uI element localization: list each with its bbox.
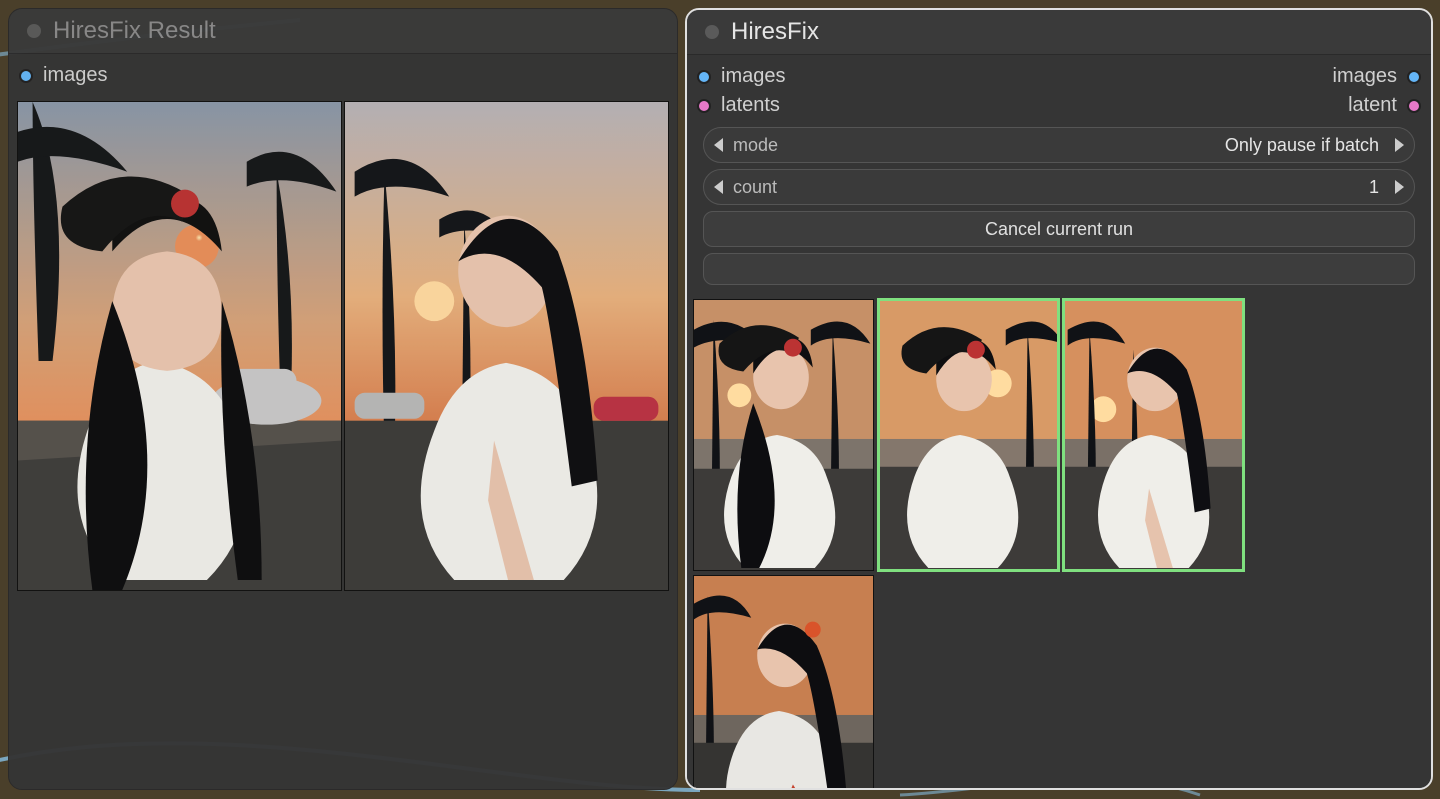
port-label: latent xyxy=(1348,94,1397,117)
widget-mode[interactable]: mode Only pause if batch xyxy=(703,127,1415,163)
chevron-left-icon[interactable] xyxy=(714,180,723,194)
gallery-thumb[interactable] xyxy=(693,299,874,571)
collapse-dot-icon[interactable] xyxy=(705,25,719,39)
node-header[interactable]: HiresFix Result xyxy=(9,9,677,54)
widget-value: 1 xyxy=(787,177,1385,198)
port-label-images: images xyxy=(43,64,107,87)
gallery-thumb[interactable] xyxy=(693,575,874,790)
collapse-dot-icon[interactable] xyxy=(27,24,41,38)
result-image[interactable] xyxy=(17,101,342,591)
result-image-area xyxy=(9,101,677,789)
port-dot-icon xyxy=(1407,70,1421,84)
result-image[interactable] xyxy=(344,101,669,591)
port-dot-icon[interactable] xyxy=(19,69,33,83)
widget-count[interactable]: count 1 xyxy=(703,169,1415,205)
port-label: latents xyxy=(721,94,780,117)
node-title: HiresFix xyxy=(731,18,819,46)
input-port-images[interactable]: images xyxy=(697,65,785,88)
input-port-latents[interactable]: latents xyxy=(697,94,780,117)
port-label: images xyxy=(1333,65,1397,88)
hiresfix-gallery xyxy=(687,299,1431,790)
output-port-latent[interactable]: latent xyxy=(1348,94,1421,117)
gallery-thumb[interactable] xyxy=(878,299,1059,571)
widget-label: count xyxy=(733,177,777,198)
node-title: HiresFix Result xyxy=(53,17,216,45)
button-label: Cancel current run xyxy=(985,219,1133,240)
widget-label: mode xyxy=(733,135,778,156)
port-row-images: images xyxy=(19,64,667,87)
gallery-thumb[interactable] xyxy=(1063,299,1244,571)
widget-value: Only pause if batch xyxy=(788,135,1385,156)
node-header[interactable]: HiresFix xyxy=(687,10,1431,55)
port-dot-icon xyxy=(697,70,711,84)
port-dot-icon xyxy=(1407,99,1421,113)
node-hiresfix[interactable]: HiresFix images images latents latent xyxy=(685,8,1433,790)
chevron-left-icon[interactable] xyxy=(714,138,723,152)
chevron-right-icon[interactable] xyxy=(1395,138,1404,152)
cancel-run-button[interactable]: Cancel current run xyxy=(703,211,1415,247)
port-label: images xyxy=(721,65,785,88)
port-dot-icon xyxy=(697,99,711,113)
chevron-right-icon[interactable] xyxy=(1395,180,1404,194)
node-hiresfix-result[interactable]: HiresFix Result images xyxy=(8,8,678,790)
widget-empty[interactable] xyxy=(703,253,1415,285)
output-port-images[interactable]: images xyxy=(1333,65,1421,88)
